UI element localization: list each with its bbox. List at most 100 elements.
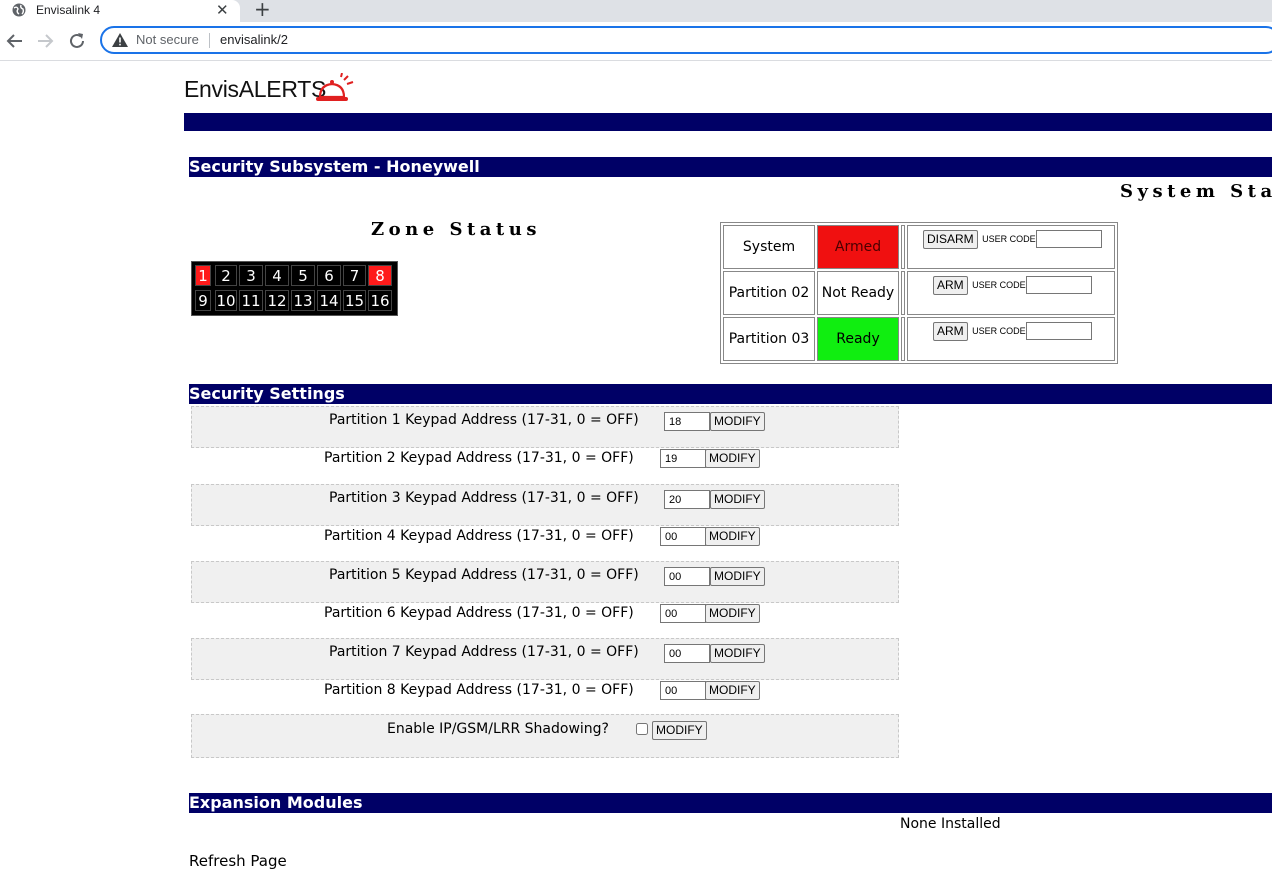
arm-button[interactable]: ARM xyxy=(933,322,968,341)
keypad-address-input[interactable] xyxy=(660,681,706,700)
close-tab-icon[interactable]: ✕ xyxy=(216,1,229,19)
zone-grid: 1 2 3 4 5 6 7 8 9 10 11 12 13 14 15 16 xyxy=(191,261,398,316)
warning-icon xyxy=(112,33,128,47)
modify-button[interactable]: MODIFY xyxy=(710,490,765,509)
address-bar[interactable]: Not secure envisalink/2 xyxy=(100,26,1272,54)
not-secure-label[interactable]: Not secure xyxy=(136,32,199,47)
zone-status-title: Zone Status xyxy=(371,219,541,240)
header-bar xyxy=(184,113,1272,131)
partition-name: Partition 02 xyxy=(723,271,815,315)
keypad-address-row: Partition 5 Keypad Address (17-31, 0 = O… xyxy=(191,561,899,603)
modify-button[interactable]: MODIFY xyxy=(705,604,760,623)
arm-button[interactable]: ARM xyxy=(933,276,968,295)
keypad-address-label: Partition 7 Keypad Address (17-31, 0 = O… xyxy=(329,644,639,660)
partition-controls: ARM USER CODE xyxy=(907,271,1115,315)
zone-cell: 1 xyxy=(195,265,211,286)
system-status-title: System Sta xyxy=(1120,181,1272,202)
zone-cell: 9 xyxy=(195,290,211,311)
user-code-input[interactable] xyxy=(1025,322,1092,340)
tab-title: Envisalink 4 xyxy=(36,3,101,17)
modify-button[interactable]: MODIFY xyxy=(705,527,760,546)
keypad-address-label: Partition 6 Keypad Address (17-31, 0 = O… xyxy=(324,605,634,621)
section-security-settings: Security Settings xyxy=(189,384,1272,404)
partition-name: System xyxy=(723,225,815,269)
keypad-address-input[interactable] xyxy=(664,567,710,586)
modify-button[interactable]: MODIFY xyxy=(710,644,765,663)
table-spacer xyxy=(901,225,905,269)
table-spacer xyxy=(901,271,905,315)
partition-controls: ARM USER CODE xyxy=(907,317,1115,361)
keypad-address-row: Partition 6 Keypad Address (17-31, 0 = O… xyxy=(191,600,899,642)
globe-icon xyxy=(12,3,26,17)
zone-cell: 15 xyxy=(343,290,366,311)
partition-state: Not Ready xyxy=(817,271,899,315)
back-arrow-icon[interactable] xyxy=(4,30,26,52)
disarm-button[interactable]: DISARM xyxy=(923,230,978,249)
zone-cell: 5 xyxy=(291,265,315,286)
forward-arrow-icon[interactable] xyxy=(34,30,56,52)
keypad-address-input[interactable] xyxy=(660,449,706,468)
modify-button[interactable]: MODIFY xyxy=(705,681,760,700)
refresh-page-link[interactable]: Refresh Page xyxy=(189,852,287,870)
partition-row: System Armed DISARM USER CODE xyxy=(723,225,1115,269)
url-text[interactable]: envisalink/2 xyxy=(220,32,288,47)
envisalerts-logo: EnvisALERTS xyxy=(184,73,354,106)
modify-button[interactable]: MODIFY xyxy=(710,412,765,431)
section-expansion-modules: Expansion Modules xyxy=(189,793,1272,813)
keypad-address-label: Partition 2 Keypad Address (17-31, 0 = O… xyxy=(324,450,634,466)
keypad-address-input[interactable] xyxy=(660,604,706,623)
reload-icon[interactable] xyxy=(66,30,88,52)
new-tab-button[interactable]: + xyxy=(254,0,271,21)
keypad-address-row: Partition 7 Keypad Address (17-31, 0 = O… xyxy=(191,638,899,680)
browser-tab[interactable]: Envisalink 4 ✕ xyxy=(0,0,240,22)
keypad-address-label: Partition 5 Keypad Address (17-31, 0 = O… xyxy=(329,567,639,583)
keypad-address-label: Partition 8 Keypad Address (17-31, 0 = O… xyxy=(324,682,634,698)
zone-cell: 4 xyxy=(265,265,289,286)
zone-cell: 8 xyxy=(368,265,392,286)
keypad-address-input[interactable] xyxy=(664,644,710,663)
user-code-label: USER CODE xyxy=(972,280,1026,290)
zone-cell: 3 xyxy=(239,265,263,286)
keypad-address-input[interactable] xyxy=(664,490,710,509)
partition-name: Partition 03 xyxy=(723,317,815,361)
tab-strip: Envisalink 4 ✕ + xyxy=(0,0,1272,22)
partition-controls: DISARM USER CODE xyxy=(907,225,1115,269)
partition-row: Partition 03 Ready ARM USER CODE xyxy=(723,317,1115,361)
modify-button[interactable]: MODIFY xyxy=(710,567,765,586)
modify-button[interactable]: MODIFY xyxy=(652,721,707,740)
keypad-address-row: Partition 3 Keypad Address (17-31, 0 = O… xyxy=(191,484,899,526)
shadowing-label: Enable IP/GSM/LRR Shadowing? xyxy=(387,721,609,737)
zone-cell: 10 xyxy=(215,290,237,311)
section-security-subsystem: Security Subsystem - Honeywell xyxy=(189,157,1272,177)
omnibox-divider xyxy=(209,33,210,48)
keypad-address-row: Partition 1 Keypad Address (17-31, 0 = O… xyxy=(191,406,899,448)
keypad-address-label: Partition 1 Keypad Address (17-31, 0 = O… xyxy=(329,412,639,428)
user-code-input[interactable] xyxy=(1035,230,1102,248)
expansion-status: None Installed xyxy=(900,816,1001,832)
zone-cell: 6 xyxy=(317,265,341,286)
browser-toolbar: Not secure envisalink/2 xyxy=(0,22,1272,61)
keypad-address-row: Partition 2 Keypad Address (17-31, 0 = O… xyxy=(191,445,899,487)
logo-text: EnvisALERTS xyxy=(184,76,326,102)
partition-state: Armed xyxy=(817,225,899,269)
user-code-label: USER CODE xyxy=(982,234,1036,244)
zone-cell: 11 xyxy=(239,290,263,311)
zone-cell: 13 xyxy=(291,290,315,311)
partition-state: Ready xyxy=(817,317,899,361)
modify-button[interactable]: MODIFY xyxy=(705,449,760,468)
user-code-input[interactable] xyxy=(1025,276,1092,294)
zone-cell: 14 xyxy=(317,290,341,311)
keypad-address-input[interactable] xyxy=(660,527,706,546)
user-code-label: USER CODE xyxy=(972,326,1026,336)
keypad-address-row: Partition 4 Keypad Address (17-31, 0 = O… xyxy=(191,523,899,565)
keypad-address-input[interactable] xyxy=(664,412,710,431)
keypad-address-row: Partition 8 Keypad Address (17-31, 0 = O… xyxy=(191,677,899,719)
zone-cell: 16 xyxy=(368,290,392,311)
zone-cell: 12 xyxy=(265,290,289,311)
zone-cell: 7 xyxy=(343,265,366,286)
partition-row: Partition 02 Not Ready ARM USER CODE xyxy=(723,271,1115,315)
partition-status-table: System Armed DISARM USER CODE Partition 02 N… xyxy=(720,222,1118,364)
shadowing-checkbox[interactable] xyxy=(636,723,648,735)
shadowing-row: Enable IP/GSM/LRR Shadowing? MODIFY xyxy=(191,714,899,758)
zone-cell: 2 xyxy=(215,265,237,286)
